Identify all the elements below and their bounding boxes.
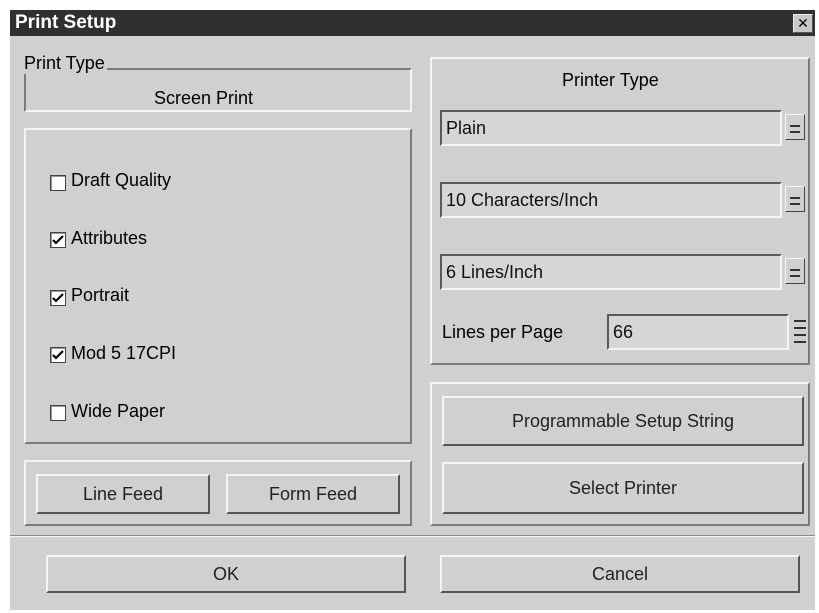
lines-per-page-label: Lines per Page	[442, 322, 564, 342]
printer-type-select[interactable]: Plain	[440, 110, 782, 146]
line-feed-button[interactable]: Line Feed	[36, 474, 210, 514]
wide-paper-label: Wide Paper	[71, 401, 166, 421]
print-setup-dialog: Print Setup ✕ Print Type Screen Print Dr…	[10, 10, 815, 610]
select-printer-button[interactable]: Select Printer	[442, 462, 804, 514]
mod5-17cpi-label: Mod 5 17CPI	[71, 343, 177, 363]
wide-paper-checkbox[interactable]	[50, 405, 66, 421]
cpi-select[interactable]: 10 Characters/Inch	[440, 182, 782, 218]
lpi-select[interactable]: 6 Lines/Inch	[440, 254, 782, 290]
form-feed-button[interactable]: Form Feed	[226, 474, 400, 514]
cpi-dropdown-icon[interactable]	[785, 186, 805, 212]
draft-quality-label: Draft Quality	[71, 170, 172, 190]
attributes-checkbox[interactable]	[50, 232, 66, 248]
portrait-label: Portrait	[71, 285, 130, 305]
lines-per-page-input[interactable]: 66	[607, 314, 789, 350]
programmable-setup-string-button[interactable]: Programmable Setup String	[442, 396, 804, 446]
cancel-button[interactable]: Cancel	[440, 555, 800, 593]
printer-type-label: Printer Type	[562, 70, 659, 90]
window-title: Print Setup	[15, 12, 117, 33]
lpi-dropdown-icon[interactable]	[785, 258, 805, 284]
ok-button[interactable]: OK	[46, 555, 406, 593]
mod5-17cpi-checkbox[interactable]	[50, 347, 66, 363]
lines-per-page-spinner-icon[interactable]	[793, 317, 807, 347]
printer-type-dropdown-icon[interactable]	[785, 114, 805, 140]
attributes-label: Attributes	[71, 228, 148, 248]
close-icon[interactable]: ✕	[793, 14, 813, 33]
draft-quality-checkbox[interactable]	[50, 175, 66, 191]
portrait-checkbox[interactable]	[50, 290, 66, 306]
print-type-label: Print Type	[22, 53, 107, 74]
title-bar[interactable]: Print Setup ✕	[10, 10, 815, 36]
footer-divider-highlight	[10, 536, 815, 537]
print-type-value: Screen Print	[154, 88, 254, 108]
